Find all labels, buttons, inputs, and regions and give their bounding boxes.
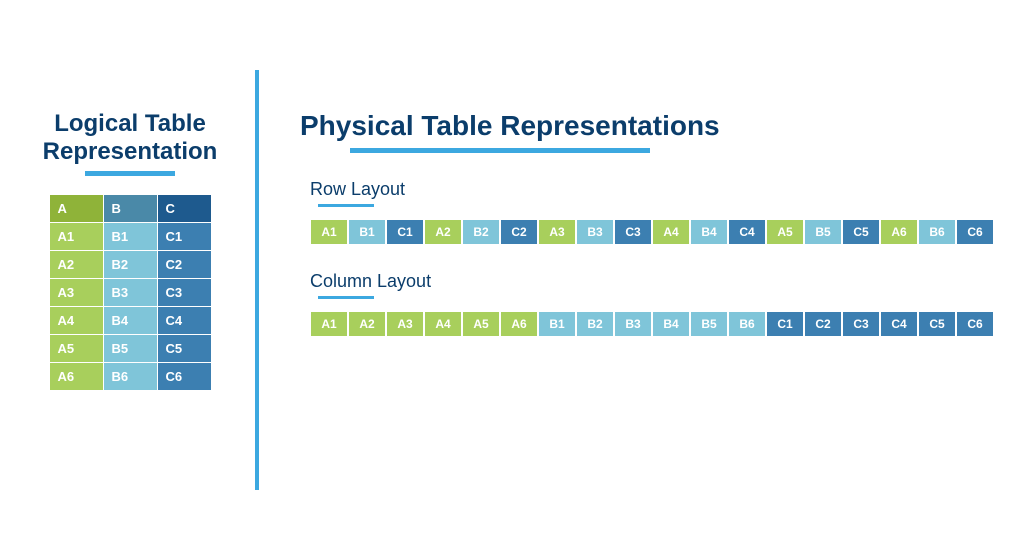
cell: C2 [804,311,842,337]
cell: A4 [424,311,462,337]
cell: C2 [500,219,538,245]
cell: C3 [157,279,211,307]
cell: C1 [766,311,804,337]
cell: B5 [690,311,728,337]
cell: C5 [918,311,956,337]
cell: C6 [956,311,994,337]
cell: A5 [49,335,103,363]
row-layout-label: Row Layout [310,179,1000,200]
logical-table: A B C A1 B1 C1 A2 B2 C2 A3 B3 C3 A4 B4 [49,194,212,391]
physical-panel: Physical Table Representations Row Layou… [300,110,1000,337]
cell: B1 [538,311,576,337]
cell: B2 [576,311,614,337]
cell: C2 [157,251,211,279]
table-row: A3 B3 C3 [49,279,211,307]
cell: A1 [49,223,103,251]
cell: A3 [49,279,103,307]
col-header-a: A [49,195,103,223]
cell: A4 [652,219,690,245]
cell: C1 [157,223,211,251]
cell: A2 [49,251,103,279]
logical-title-line1: Logical Table [54,110,206,137]
cell: B3 [576,219,614,245]
cell: B2 [103,251,157,279]
cell: C4 [880,311,918,337]
cell: C6 [956,219,994,245]
cell: C4 [728,219,766,245]
row-layout-strip: A1 B1 C1 A2 B2 C2 A3 B3 C3 A4 B4 C4 A5 B… [310,219,1000,245]
cell: A1 [310,311,348,337]
cell: B3 [103,279,157,307]
physical-title: Physical Table Representations [300,110,1000,142]
table-row: A4 B4 C4 [49,307,211,335]
table-row: A5 B5 C5 [49,335,211,363]
table-row: A2 B2 C2 [49,251,211,279]
diagram-root: Logical Table Representation A B C A1 B1… [0,0,1024,547]
table-row: A1 B1 C1 [49,223,211,251]
cell: C3 [842,311,880,337]
col-header-c: C [157,195,211,223]
cell: A3 [386,311,424,337]
cell: B6 [918,219,956,245]
cell: A3 [538,219,576,245]
cell: B1 [103,223,157,251]
cell: B4 [103,307,157,335]
cell: A2 [424,219,462,245]
cell: A5 [462,311,500,337]
cell: B6 [728,311,766,337]
cell: B4 [652,311,690,337]
logical-title: Logical Table Representation [30,110,230,165]
cell: C5 [157,335,211,363]
table-header-row: A B C [49,195,211,223]
cell: B2 [462,219,500,245]
cell: A4 [49,307,103,335]
table-row: A6 B6 C6 [49,363,211,391]
cell: C4 [157,307,211,335]
cell: B3 [614,311,652,337]
physical-underline [350,148,650,153]
cell: C1 [386,219,424,245]
logical-underline [85,171,175,176]
cell: C3 [614,219,652,245]
cell: B5 [804,219,842,245]
column-layout-strip: A1 A2 A3 A4 A5 A6 B1 B2 B3 B4 B5 B6 C1 C… [310,311,1000,337]
column-layout-underline [318,296,374,299]
cell: A6 [49,363,103,391]
row-layout-underline [318,204,374,207]
cell: A6 [500,311,538,337]
cell: B1 [348,219,386,245]
cell: A2 [348,311,386,337]
cell: B4 [690,219,728,245]
vertical-divider [255,70,259,490]
cell: B6 [103,363,157,391]
logical-panel: Logical Table Representation A B C A1 B1… [30,110,230,391]
cell: A6 [880,219,918,245]
cell: C6 [157,363,211,391]
cell: C5 [842,219,880,245]
col-header-b: B [103,195,157,223]
cell: A1 [310,219,348,245]
logical-title-line2: Representation [43,138,218,165]
cell: B5 [103,335,157,363]
column-layout-label: Column Layout [310,271,1000,292]
cell: A5 [766,219,804,245]
